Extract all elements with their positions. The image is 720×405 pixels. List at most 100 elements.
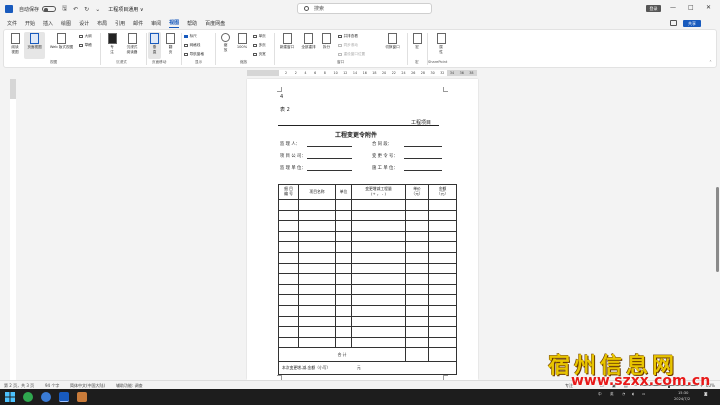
table-cell[interactable] [351,326,406,338]
table-cell[interactable] [405,315,429,328]
avatar-app-icon[interactable] [77,392,87,402]
table-cell[interactable] [351,251,406,264]
table-cell[interactable] [351,262,406,275]
table-cell[interactable] [335,283,352,296]
table-cell[interactable] [298,230,336,243]
table-cell[interactable] [335,199,352,211]
status-words[interactable]: 94 个字 [45,383,59,389]
split-button[interactable]: 拆分 [320,33,333,50]
table-cell[interactable] [335,220,352,232]
page-width-button[interactable]: 页宽 [253,52,266,57]
close-button[interactable]: ✕ [706,4,711,11]
table-cell[interactable] [351,220,406,232]
table-cell[interactable] [335,230,352,243]
tab-2[interactable]: 插入 [43,20,53,28]
table-cell[interactable] [335,326,352,338]
search-box[interactable]: 搜索 [297,3,432,14]
table-cell[interactable] [335,294,352,306]
table-cell[interactable] [428,262,457,275]
table-cell[interactable] [405,251,429,264]
tab-6[interactable]: 引用 [115,20,125,28]
comments-icon[interactable] [670,20,677,26]
table-cell[interactable] [278,326,299,338]
table-cell[interactable] [428,294,457,306]
properties-button[interactable]: 属 性 [435,33,447,54]
nav-pane-checkbox[interactable]: 导航窗格 [184,52,204,57]
vertical-button[interactable]: 垂 直 [148,32,161,59]
autosave-toggle[interactable] [42,6,57,12]
table-cell[interactable] [335,262,352,275]
table-cell[interactable] [428,347,457,363]
table-cell[interactable] [351,294,406,306]
print-layout-button[interactable]: 页面视图 [24,32,45,59]
table-cell[interactable] [335,315,352,328]
table-cell[interactable] [298,294,336,306]
table-cell[interactable] [298,315,336,328]
collapse-ribbon-icon[interactable]: ⌃ [709,60,712,64]
zoom-button[interactable]: 缩 放 [219,33,232,52]
tab-1[interactable]: 开始 [25,20,35,28]
read-mode-button[interactable]: 阅读 视图 [8,33,22,54]
outline-button[interactable]: 大纲 [79,34,92,39]
table-cell[interactable] [298,283,336,296]
table-cell[interactable] [405,209,429,222]
table-cell[interactable] [405,283,429,296]
status-accessibility[interactable]: 辅助功能: 调查 [116,383,143,389]
table-cell[interactable] [405,304,429,317]
table-cell[interactable] [278,262,299,275]
new-window-button[interactable]: 新建窗口 [277,33,297,50]
status-page[interactable]: 第 2 页，共 3 页 [4,383,34,389]
table-cell[interactable] [278,230,299,243]
table-cell[interactable] [428,199,457,211]
redo-icon[interactable]: ↻ [84,6,89,13]
table-cell[interactable] [278,315,299,328]
gridlines-checkbox[interactable]: 网格线 [184,43,200,48]
table-cell[interactable] [428,220,457,232]
table-cell[interactable] [278,294,299,306]
table-cell[interactable] [428,251,457,264]
word-app-icon[interactable] [59,392,69,402]
focus-button[interactable]: 专 注 [106,33,118,54]
vertical-scrollbar[interactable] [715,68,720,380]
notification-bell-icon[interactable]: ◙ [704,392,708,396]
macros-button[interactable]: 宏 [411,33,423,50]
table-cell[interactable] [405,326,429,338]
table-cell[interactable] [335,251,352,264]
table-cell[interactable] [405,220,429,232]
table-cell[interactable] [298,326,336,338]
status-language[interactable]: 简体中文(中国大陆) [70,383,105,389]
arrange-all-button[interactable]: 全部重排 [298,33,319,50]
table-cell[interactable] [405,347,429,363]
table-cell[interactable] [278,199,299,211]
table-cell[interactable] [405,230,429,243]
table-cell[interactable] [405,262,429,275]
tab-3[interactable]: 绘图 [61,20,71,28]
tray-lang[interactable]: 英 [610,392,614,397]
table-cell[interactable] [351,336,406,349]
table-cell[interactable] [298,262,336,275]
footer-amount-cell[interactable]: 本次变更增-减-金额（小写） 元 [278,361,457,376]
change-order-table[interactable]: 细 目 编 号项目名称 单位 变更增减工程量 (+ ， - ) 单价 （元） 金额 （元… [278,184,457,376]
tab-4[interactable]: 设计 [79,20,89,28]
table-cell[interactable] [278,273,299,285]
table-cell[interactable] [335,304,352,317]
table-cell[interactable] [428,209,457,222]
undo-icon[interactable]: ↶ [73,6,78,13]
reset-window-button[interactable]: 重设窗口位置 [338,52,365,57]
minimize-button[interactable]: — [670,4,676,11]
horizontal-ruler[interactable]: 2 2 4 6 8 10 12 14 16 18 20 22 24 26 28 30 32 34 36 38 [247,70,477,76]
table-cell[interactable] [351,315,406,328]
table-cell[interactable] [351,230,406,243]
zoom-100-button[interactable]: 100% [234,33,250,50]
tab-9[interactable]: 视图 [169,19,180,28]
table-cell[interactable] [335,273,352,285]
table-cell[interactable] [405,294,429,306]
table-cell[interactable] [351,241,406,253]
multi-page-button[interactable]: 多页 [253,43,266,48]
table-cell[interactable] [278,209,299,222]
table-cell[interactable] [335,209,352,222]
table-cell[interactable] [298,220,336,232]
table-cell[interactable] [298,251,336,264]
save-icon[interactable]: 🖫 [62,4,67,14]
web-layout-button[interactable]: Web 版式视图 [46,33,77,50]
